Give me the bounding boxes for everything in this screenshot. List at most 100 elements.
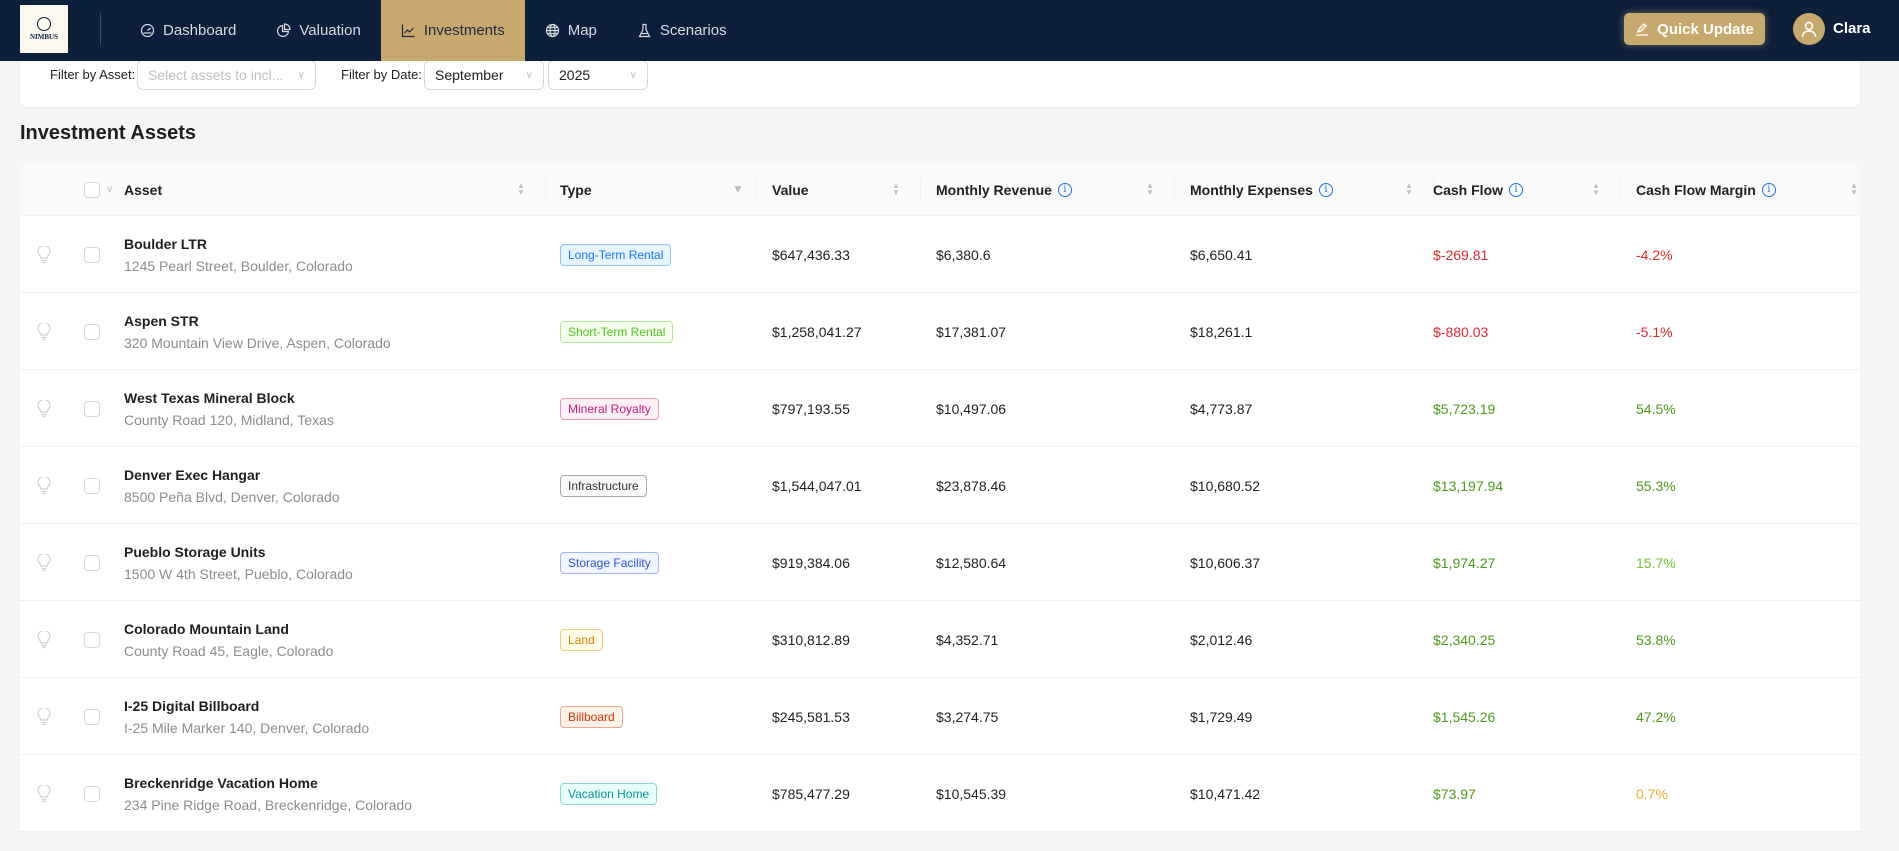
asset-name[interactable]: Colorado Mountain Land: [124, 621, 289, 637]
chevron-down-icon[interactable]: ∨: [106, 184, 113, 195]
user-name[interactable]: Clara: [1833, 20, 1871, 37]
table-row[interactable]: Pueblo Storage Units 1500 W 4th Street, P…: [20, 524, 1860, 601]
asset-type-tag: Mineral Royalty: [560, 397, 659, 420]
lightbulb-icon[interactable]: [37, 399, 51, 418]
value-cell: $919,384.06: [772, 554, 850, 571]
sort-icon[interactable]: ▲ ▼: [892, 182, 900, 197]
column-cash-flow[interactable]: Cash Flow i: [1433, 163, 1524, 216]
info-icon[interactable]: i: [1057, 182, 1072, 197]
asset-address: County Road 45, Eagle, Colorado: [124, 642, 334, 659]
row-checkbox[interactable]: [84, 477, 100, 494]
asset-name[interactable]: Aspen STR: [124, 313, 199, 329]
info-icon[interactable]: i: [1761, 182, 1776, 197]
cash-flow-margin-cell: 0.7%: [1636, 785, 1668, 802]
table-row[interactable]: Colorado Mountain Land County Road 45, Ea…: [20, 601, 1860, 678]
asset-type-tag: Infrastructure: [560, 474, 647, 497]
value-cell: $245,581.53: [772, 708, 850, 725]
table-row[interactable]: West Texas Mineral Block County Road 120,…: [20, 370, 1860, 447]
sort-icon[interactable]: ▲ ▼: [1592, 182, 1600, 197]
row-checkbox[interactable]: [84, 631, 100, 648]
asset-address: County Road 120, Midland, Texas: [124, 411, 334, 428]
monthly-expenses-cell: $10,606.37: [1190, 554, 1261, 571]
nimbus-logo[interactable]: NIMBUS: [20, 5, 68, 53]
nav-map[interactable]: Map: [525, 0, 617, 61]
column-type[interactable]: Type: [560, 163, 592, 216]
column-cash-flow-margin[interactable]: Cash Flow Margin i: [1636, 163, 1776, 216]
sort-icon[interactable]: ▲ ▼: [1146, 182, 1154, 197]
month-select[interactable]: September ∨: [424, 60, 544, 90]
filter-date-label: Filter by Date:: [341, 67, 422, 82]
nav-valuation[interactable]: Valuation: [256, 0, 380, 61]
monthly-revenue-cell: $23,878.46: [936, 477, 1007, 494]
row-checkbox[interactable]: [84, 400, 100, 417]
asset-address: 1245 Pearl Street, Boulder, Colorado: [124, 257, 353, 274]
table-row[interactable]: Boulder LTR 1245 Pearl Street, Boulder, C…: [20, 216, 1860, 293]
asset-name[interactable]: Breckenridge Vacation Home: [124, 775, 318, 791]
lightbulb-icon[interactable]: [37, 553, 51, 572]
divider: [100, 13, 101, 45]
lightbulb-icon[interactable]: [37, 476, 51, 495]
row-checkbox[interactable]: [84, 246, 100, 263]
sort-icon[interactable]: ▲ ▼: [1850, 182, 1858, 197]
row-checkbox[interactable]: [84, 785, 100, 802]
cash-flow-cell: $73.97: [1433, 785, 1476, 802]
nav-investments[interactable]: Investments: [380, 0, 525, 61]
row-checkbox[interactable]: [84, 554, 100, 571]
asset-name[interactable]: I-25 Digital Billboard: [124, 698, 259, 714]
cash-flow-cell: $1,974.27: [1433, 554, 1496, 571]
lightbulb-icon[interactable]: [37, 707, 51, 726]
nav-label: Dashboard: [163, 22, 237, 39]
table-row[interactable]: I-25 Digital Billboard I-25 Mile Marker 1…: [20, 678, 1860, 755]
asset-name[interactable]: Denver Exec Hangar: [124, 467, 260, 483]
year-select[interactable]: 2025 ∨: [548, 60, 648, 90]
row-checkbox[interactable]: [84, 323, 100, 340]
asset-type-tag: Long-Term Rental: [560, 243, 672, 266]
cash-flow-cell: $-880.03: [1433, 323, 1489, 340]
select-all-checkbox[interactable]: [84, 181, 100, 198]
lightbulb-icon[interactable]: [37, 245, 51, 264]
asset-name[interactable]: Pueblo Storage Units: [124, 544, 266, 560]
cash-flow-cell: $13,197.94: [1433, 477, 1504, 494]
cash-flow-cell: $1,545.26: [1433, 708, 1496, 725]
investment-assets-table: ∨ Asset ▲ ▼ Type ▼ Value ▲ ▼ Monthly Reven…: [20, 163, 1860, 832]
sort-icon[interactable]: ▲ ▼: [1405, 182, 1413, 197]
value-cell: $785,477.29: [772, 785, 850, 802]
asset-type-tag: Storage Facility: [560, 551, 659, 574]
main-nav: Dashboard Valuation Investments Map Scenario…: [120, 0, 747, 61]
table-row[interactable]: Breckenridge Vacation Home 234 Pine Ridge…: [20, 755, 1860, 832]
user-avatar[interactable]: [1793, 13, 1825, 45]
row-checkbox[interactable]: [84, 708, 100, 725]
column-monthly-expenses[interactable]: Monthly Expenses i: [1190, 163, 1333, 216]
monthly-expenses-cell: $1,729.49: [1190, 708, 1253, 725]
monthly-expenses-cell: $18,261.1: [1190, 323, 1253, 340]
asset-type-tag: Land: [560, 628, 603, 651]
table-row[interactable]: Aspen STR 320 Mountain View Drive, Aspen,…: [20, 293, 1860, 370]
info-icon[interactable]: i: [1318, 182, 1333, 197]
lightbulb-icon[interactable]: [37, 322, 51, 341]
filter-icon[interactable]: ▼: [732, 182, 744, 196]
asset-address: 320 Mountain View Drive, Aspen, Colorado: [124, 334, 391, 351]
column-asset[interactable]: Asset: [124, 163, 162, 216]
column-monthly-revenue[interactable]: Monthly Revenue i: [936, 163, 1072, 216]
line-chart-icon: [401, 24, 415, 38]
nav-label: Investments: [423, 22, 505, 39]
nav-scenarios[interactable]: Scenarios: [617, 0, 747, 61]
monthly-expenses-cell: $4,773.87: [1190, 400, 1253, 417]
lightbulb-icon[interactable]: [37, 784, 51, 803]
asset-filter-select[interactable]: Select assets to incl... ∨: [137, 60, 316, 90]
monthly-revenue-cell: $4,352.71: [936, 631, 999, 648]
lightbulb-icon[interactable]: [37, 630, 51, 649]
quick-update-button[interactable]: Quick Update: [1624, 13, 1765, 45]
table-row[interactable]: Denver Exec Hangar 8500 Peña Blvd, Denver…: [20, 447, 1860, 524]
asset-type-tag: Billboard: [560, 705, 623, 728]
value-cell: $1,544,047.01: [772, 477, 862, 494]
sort-icon[interactable]: ▲ ▼: [517, 182, 525, 197]
info-icon[interactable]: i: [1509, 182, 1524, 197]
monthly-revenue-cell: $10,497.06: [936, 400, 1007, 417]
nav-dashboard[interactable]: Dashboard: [120, 0, 256, 61]
asset-name[interactable]: Boulder LTR: [124, 236, 207, 252]
asset-name[interactable]: West Texas Mineral Block: [124, 390, 295, 406]
edit-pencil-icon: [1636, 23, 1649, 36]
column-value[interactable]: Value: [772, 163, 809, 216]
asset-type-tag: Short-Term Rental: [560, 320, 674, 343]
